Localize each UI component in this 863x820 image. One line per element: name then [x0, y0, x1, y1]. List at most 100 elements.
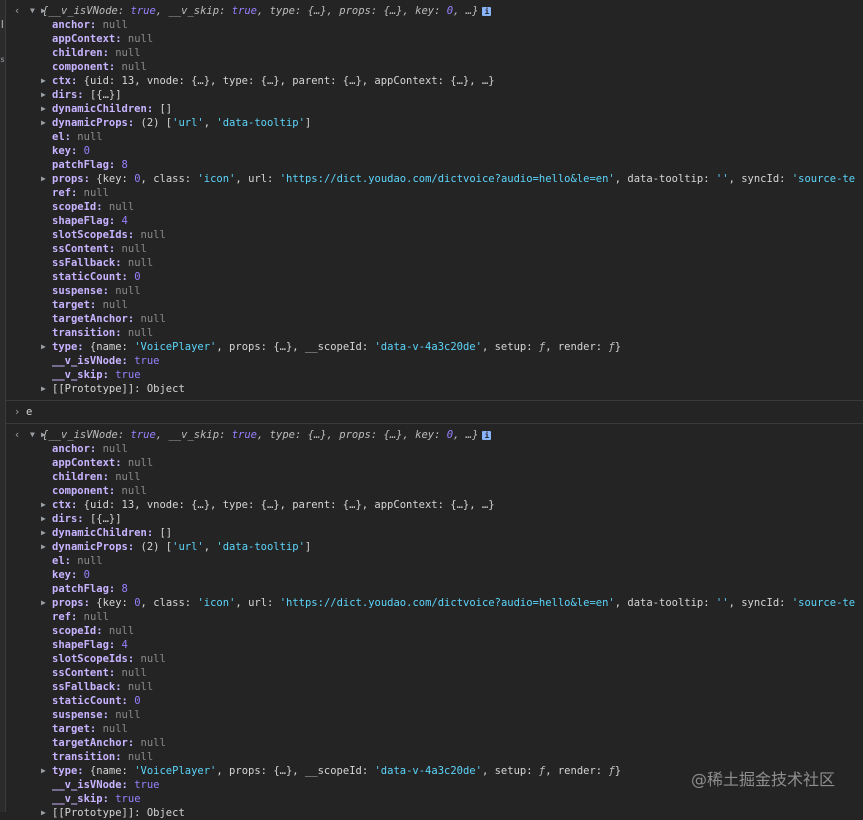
vnode-summary-line[interactable]: ▶ ‹ ▼ {__v_isVNode: true, __v_skip: true, t… — [6, 4, 863, 18]
property-row: component: null — [6, 60, 863, 74]
punctuation: } — [614, 765, 622, 777]
property-value: null — [127, 681, 154, 693]
property-row[interactable]: ▶ dynamicChildren: [] — [6, 102, 863, 116]
property-key: target: — [52, 723, 97, 735]
punctuation: , — [326, 429, 340, 441]
property-key: __v_isVNode: — [52, 355, 128, 367]
punctuation: , — [453, 429, 466, 441]
property-row: el: null — [6, 554, 863, 568]
sub-key: setup: — [494, 765, 533, 777]
property-row: suspense: null — [6, 284, 863, 298]
property-key: dirs: — [52, 89, 84, 101]
sub-key: render: — [557, 341, 603, 353]
property-key: scopeId: — [52, 625, 103, 637]
collapse-triangle-icon[interactable]: ▼ — [30, 4, 35, 18]
property-row: scopeId: null — [6, 200, 863, 214]
property-row[interactable]: ▶ [[Prototype]]: Object — [6, 382, 863, 396]
property-value: null — [121, 485, 147, 497]
info-icon[interactable]: i — [482, 6, 492, 16]
punctuation: : — [370, 5, 384, 17]
console-input-line[interactable]: › e — [6, 405, 863, 419]
property-row[interactable]: ▶ ctx: {uid: 13, vnode: {…}, type: {…}, p… — [6, 74, 863, 88]
expand-triangle-icon[interactable]: ▶ — [41, 540, 46, 554]
expand-triangle-icon[interactable]: ▶ — [41, 116, 46, 130]
property-row: ref: null — [6, 610, 863, 624]
property-row[interactable]: ▶ [[Prototype]]: Object — [6, 806, 863, 820]
expand-triangle-icon[interactable]: ▶ — [41, 428, 46, 442]
collapse-triangle-icon[interactable]: ▼ — [30, 428, 35, 442]
punctuation: { — [89, 597, 103, 609]
expand-triangle-icon[interactable]: ▶ — [41, 498, 46, 512]
summary-key: __v_isVNode — [48, 429, 118, 441]
property-value: Object — [146, 807, 185, 819]
punctuation: : — [434, 5, 447, 17]
property-row: anchor: null — [6, 442, 863, 456]
sub-key: syncId: — [741, 173, 786, 185]
punctuation: : — [434, 429, 447, 441]
punctuation: , — [257, 429, 270, 441]
property-key: component: — [52, 485, 116, 497]
property-value: true — [115, 793, 141, 805]
property-value: null — [127, 33, 154, 45]
expand-triangle-icon[interactable]: ▶ — [41, 74, 46, 88]
punctuation: { — [89, 173, 103, 185]
property-row[interactable]: ▶ type: {name: 'VoicePlayer', props: {…},… — [6, 340, 863, 354]
property-key: key: — [52, 569, 78, 581]
vnode-log-entry: ▶ ‹ ▼ {__v_isVNode: true, __v_skip: true, t… — [6, 4, 863, 396]
summary-key: type — [269, 5, 295, 17]
property-value: 0 — [83, 569, 90, 581]
sub-value: '' — [715, 173, 729, 185]
property-value: null — [121, 61, 147, 73]
property-value: null — [127, 751, 154, 763]
expand-triangle-icon[interactable]: ▶ — [41, 596, 46, 610]
property-key: ref: — [52, 187, 78, 199]
punctuation: { — [83, 341, 97, 353]
expand-triangle-icon[interactable]: ▶ — [41, 382, 46, 396]
vnode-summary-line[interactable]: ▶ ‹ ▼ {__v_isVNode: true, __v_skip: true, t… — [6, 428, 863, 442]
property-row[interactable]: ▶ dynamicProps: (2) ['url', 'data-tooltip… — [6, 116, 863, 130]
property-key: targetAnchor: — [52, 737, 135, 749]
property-row: transition: null — [6, 326, 863, 340]
property-value: null — [83, 611, 109, 623]
property-row[interactable]: ▶ ctx: {uid: 13, vnode: {…}, type: {…}, p… — [6, 498, 863, 512]
expand-triangle-icon[interactable]: ▶ — [41, 764, 46, 778]
expand-triangle-icon[interactable]: ▶ — [41, 172, 46, 186]
property-row[interactable]: ▶ props: {key: 0, class: 'icon', url: 'ht… — [6, 172, 863, 186]
property-key: ctx: — [52, 499, 78, 511]
property-value: 0 — [134, 271, 141, 283]
punctuation: : — [117, 5, 131, 17]
expand-triangle-icon[interactable]: ▶ — [41, 526, 46, 540]
property-row[interactable]: ▶ props: {key: 0, class: 'icon', url: 'ht… — [6, 596, 863, 610]
punctuation: } — [472, 429, 479, 441]
punctuation: , — [235, 597, 249, 609]
punctuation: ] — [304, 117, 312, 129]
property-key: anchor: — [52, 19, 97, 31]
info-icon[interactable]: i — [482, 430, 492, 440]
property-value: {uid: 13, vnode: {…}, type: {…}, parent:… — [83, 75, 495, 87]
property-row[interactable]: ▶ dynamicProps: (2) ['url', 'data-tooltip… — [6, 540, 863, 554]
sub-key: setup: — [494, 341, 533, 353]
property-key: patchFlag: — [52, 159, 116, 171]
property-value: null — [121, 667, 147, 679]
expand-triangle-icon[interactable]: ▶ — [41, 340, 46, 354]
sub-key: url: — [248, 597, 274, 609]
property-row[interactable]: ▶ dynamicChildren: [] — [6, 526, 863, 540]
expand-triangle-icon[interactable]: ▶ — [41, 4, 46, 18]
property-row: children: null — [6, 470, 863, 484]
expand-triangle-icon[interactable]: ▶ — [41, 102, 46, 116]
property-value: null — [102, 299, 128, 311]
property-row: appContext: null — [6, 456, 863, 470]
property-row: slotScopeIds: null — [6, 228, 863, 242]
property-row: patchFlag: 8 — [6, 158, 863, 172]
punctuation: , — [614, 597, 628, 609]
expand-triangle-icon[interactable]: ▶ — [41, 512, 46, 526]
expand-triangle-icon[interactable]: ▶ — [41, 806, 46, 820]
property-key: dynamicChildren: — [52, 527, 154, 539]
sub-key: render: — [557, 765, 603, 777]
property-row[interactable]: ▶ dirs: [{…}] — [6, 512, 863, 526]
punctuation: { — [83, 765, 97, 777]
expand-triangle-icon[interactable]: ▶ — [41, 88, 46, 102]
property-row[interactable]: ▶ dirs: [{…}] — [6, 88, 863, 102]
sub-key: key: — [102, 173, 128, 185]
console-output: ▶ ‹ ▼ {__v_isVNode: true, __v_skip: true, t… — [6, 4, 863, 820]
